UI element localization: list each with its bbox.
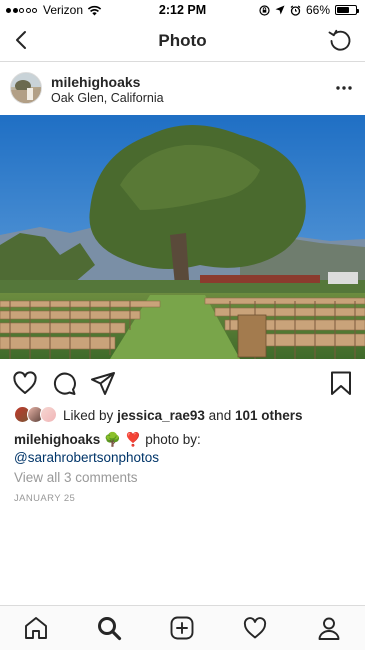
likes-summary[interactable]: Liked by jessica_rae93 and 101 others xyxy=(14,405,303,425)
status-icons: 66% xyxy=(259,3,359,17)
battery-percentage: 66% xyxy=(305,3,330,17)
wedding-venue-photo xyxy=(0,115,365,359)
likes-prefix: Liked by xyxy=(63,407,114,423)
refresh-icon[interactable] xyxy=(327,27,353,53)
liker-username[interactable]: jessica_rae93 xyxy=(117,408,205,423)
post-header: milehighoaks Oak Glen, California xyxy=(0,63,365,115)
view-comments-link[interactable]: View all 3 comments xyxy=(14,470,138,485)
alarm-icon xyxy=(290,4,301,16)
post-username[interactable]: milehighoaks xyxy=(51,74,140,90)
post-action-bar xyxy=(0,366,365,400)
likes-others-count[interactable]: 101 others xyxy=(235,408,303,423)
activity-heart-icon[interactable] xyxy=(242,615,268,641)
profile-icon[interactable] xyxy=(316,615,342,641)
comment-icon[interactable] xyxy=(50,369,78,397)
bottom-tab-bar xyxy=(0,605,365,650)
caption-username[interactable]: milehighoaks xyxy=(14,432,100,447)
navigation-bar: Photo xyxy=(0,20,365,62)
post-photo[interactable] xyxy=(0,115,365,359)
status-bar: Verizon 2:12 PM 66% xyxy=(0,0,365,20)
location-arrow-icon xyxy=(275,5,285,15)
add-post-icon[interactable] xyxy=(169,615,195,641)
page-title: Photo xyxy=(158,31,207,50)
avatar[interactable] xyxy=(10,72,42,104)
liker-avatars xyxy=(14,405,58,425)
paper-plane-icon[interactable] xyxy=(89,369,117,397)
search-icon[interactable] xyxy=(96,615,122,641)
rotation-lock-icon xyxy=(259,4,270,16)
bookmark-icon[interactable] xyxy=(327,369,355,397)
home-icon[interactable] xyxy=(23,615,49,641)
likes-joiner: and xyxy=(208,407,232,423)
post-date: JANUARY 25 xyxy=(14,493,76,504)
battery-icon xyxy=(335,5,359,15)
more-horizontal-icon[interactable] xyxy=(335,79,353,97)
caption-mention[interactable]: @sarahrobertsonphotos xyxy=(14,450,159,465)
post-location[interactable]: Oak Glen, California xyxy=(51,91,164,105)
post-caption: milehighoaks 🌳 ❣️ photo by: @sarahrobert… xyxy=(14,431,354,467)
caption-emoji: 🌳 ❣️ xyxy=(104,432,142,447)
caption-text: photo by: xyxy=(145,432,201,447)
heart-icon[interactable] xyxy=(11,369,39,397)
